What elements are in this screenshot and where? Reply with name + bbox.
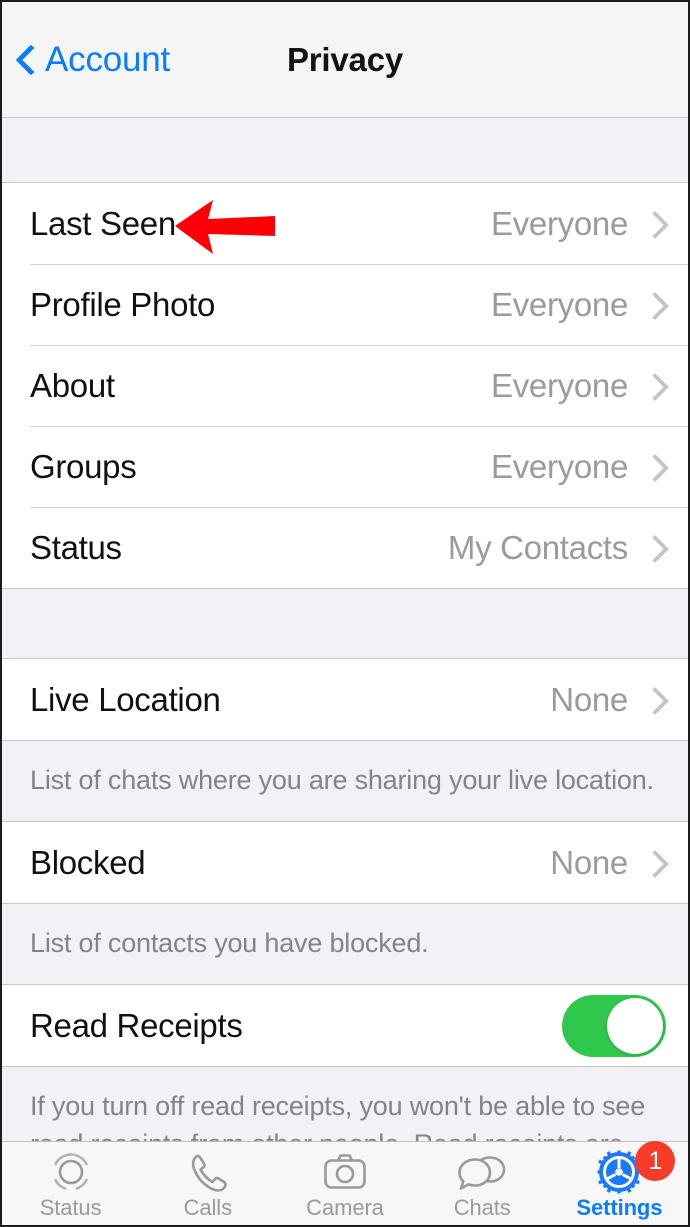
- settings-list: Last Seen Everyone Profile Photo Everyon…: [2, 118, 688, 1225]
- chevron-right-icon: [644, 371, 666, 401]
- row-value: None: [550, 843, 628, 881]
- toggle-knob: [607, 997, 663, 1054]
- row-blocked[interactable]: Blocked None: [2, 822, 688, 903]
- chevron-right-icon: [644, 533, 666, 563]
- row-right: Everyone: [491, 286, 666, 324]
- tab-label: Settings: [576, 1195, 663, 1220]
- live-location-group: Live Location None: [2, 659, 688, 740]
- row-read-receipts[interactable]: Read Receipts: [2, 985, 688, 1066]
- phone-screen: Account Privacy Last Seen Everyone Profi…: [0, 0, 690, 1227]
- back-button[interactable]: Account: [16, 40, 170, 80]
- tab-label: Calls: [183, 1195, 233, 1220]
- section-gap-middle: [2, 588, 688, 659]
- row-label: Blocked: [30, 843, 146, 881]
- chevron-left-icon: [16, 43, 36, 77]
- camera-icon: [322, 1150, 368, 1194]
- phone-handset-icon: [186, 1150, 230, 1194]
- row-label: Profile Photo: [30, 285, 216, 323]
- section-gap-top: [2, 118, 688, 183]
- row-value: Everyone: [490, 366, 628, 404]
- settings-badge: 1: [635, 1141, 676, 1181]
- bottom-tab-bar: Status Calls Camera Chats Settings 1: [2, 1141, 688, 1225]
- live-location-footnote: List of chats where you are sharing your…: [2, 740, 688, 822]
- row-last-seen[interactable]: Last Seen Everyone: [2, 183, 688, 264]
- privacy-visibility-group: Last Seen Everyone Profile Photo Everyon…: [2, 183, 688, 588]
- chevron-right-icon: [644, 848, 666, 878]
- tab-camera[interactable]: Camera: [276, 1142, 413, 1225]
- read-receipts-group: Read Receipts: [2, 985, 688, 1066]
- navigation-bar: Account Privacy: [2, 2, 688, 118]
- row-right: My Contacts: [448, 529, 666, 567]
- row-right: [562, 994, 666, 1057]
- row-groups[interactable]: Groups Everyone: [2, 426, 688, 507]
- blocked-group: Blocked None: [2, 822, 688, 903]
- tab-label: Chats: [453, 1195, 511, 1220]
- row-live-location[interactable]: Live Location None: [2, 659, 688, 740]
- tab-status[interactable]: Status: [2, 1142, 139, 1225]
- row-value: My Contacts: [447, 528, 628, 566]
- row-label: Status: [30, 528, 122, 566]
- row-right: Everyone: [491, 367, 666, 405]
- row-label: Groups: [30, 447, 137, 485]
- row-value: Everyone: [490, 285, 628, 323]
- row-about[interactable]: About Everyone: [2, 345, 688, 426]
- row-profile-photo[interactable]: Profile Photo Everyone: [2, 264, 688, 345]
- row-value: Everyone: [490, 204, 628, 242]
- chevron-right-icon: [644, 685, 666, 715]
- row-label: Read Receipts: [30, 1006, 243, 1044]
- row-label: Live Location: [30, 680, 221, 718]
- row-value: None: [550, 680, 628, 718]
- row-right: Everyone: [491, 448, 666, 486]
- row-status[interactable]: Status My Contacts: [2, 507, 688, 588]
- tab-chats[interactable]: Chats: [414, 1142, 551, 1225]
- row-value: Everyone: [490, 447, 628, 485]
- chevron-right-icon: [644, 209, 666, 239]
- row-right: Everyone: [491, 205, 666, 243]
- read-receipts-toggle[interactable]: [562, 994, 666, 1057]
- chevron-right-icon: [644, 452, 666, 482]
- speech-bubbles-icon: [457, 1150, 507, 1194]
- tab-calls[interactable]: Calls: [139, 1142, 276, 1225]
- tab-label: Camera: [306, 1195, 384, 1220]
- row-label: Last Seen: [30, 204, 176, 242]
- row-label: About: [30, 366, 115, 404]
- status-rings-icon: [49, 1150, 93, 1194]
- row-right: None: [550, 844, 666, 882]
- blocked-footnote: List of contacts you have blocked.: [2, 903, 688, 985]
- tab-settings[interactable]: Settings 1: [551, 1141, 688, 1225]
- tab-label: Status: [39, 1195, 102, 1220]
- row-right: None: [550, 681, 666, 719]
- back-button-label: Account: [45, 39, 171, 79]
- chevron-right-icon: [644, 290, 666, 320]
